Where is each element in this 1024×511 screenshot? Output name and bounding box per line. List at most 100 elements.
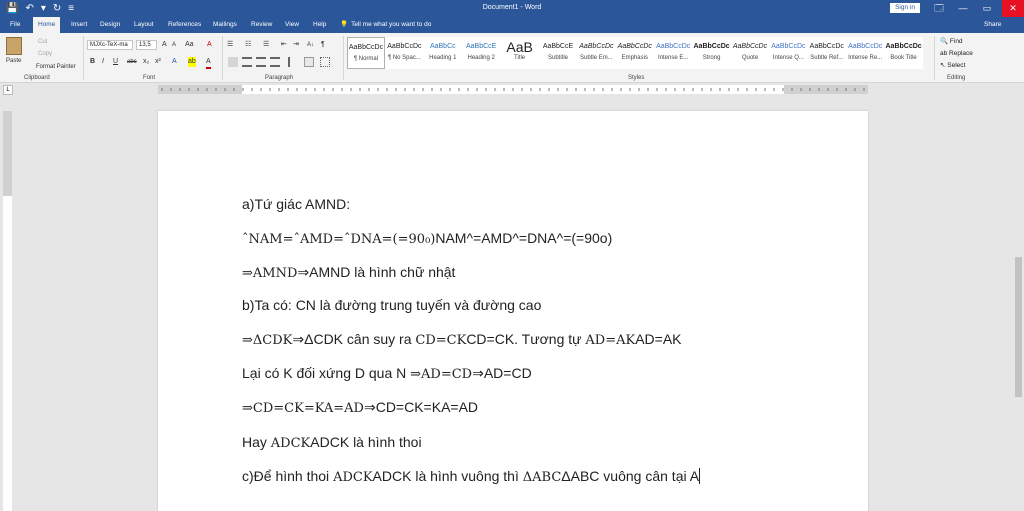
- strikethrough-button[interactable]: abc: [127, 57, 137, 67]
- style-item[interactable]: AaBbCcDc Book Title: [885, 37, 923, 69]
- style-item[interactable]: AaBbCcDc Intense E...: [654, 37, 692, 69]
- group-divider: [83, 36, 84, 80]
- paragraph-6[interactable]: Lại có K đối xứng D qua N ⇒AD=CD⇒AD=CD: [242, 364, 532, 384]
- increase-indent-button[interactable]: ⇥: [293, 40, 299, 50]
- clipboard-group-label: Clipboard: [24, 75, 50, 81]
- style-item[interactable]: AaBbCcDc Quote: [731, 37, 769, 69]
- close-button[interactable]: ✕: [1002, 0, 1024, 17]
- paragraph-1[interactable]: a)Tứ giác AMND:: [242, 195, 350, 213]
- cut-button[interactable]: Cut: [38, 38, 47, 46]
- style-item[interactable]: AaBbCcDc Intense Re...: [846, 37, 884, 69]
- paragraph-9[interactable]: c)Để hình thoi ADCKADCK là hình vuông th…: [242, 467, 701, 487]
- tab-references[interactable]: References: [168, 17, 201, 33]
- tab-review[interactable]: Review: [251, 17, 272, 33]
- grow-font-button[interactable]: A: [162, 40, 167, 50]
- subscript-button[interactable]: x₂: [143, 57, 149, 67]
- vertical-ruler[interactable]: [3, 111, 12, 511]
- style-name: Heading 1: [429, 55, 457, 61]
- decrease-indent-button[interactable]: ⇤: [281, 40, 287, 50]
- vertical-scrollbar[interactable]: [1013, 97, 1024, 511]
- superscript-button[interactable]: x²: [155, 57, 161, 67]
- show-formatting-button[interactable]: ¶: [321, 40, 325, 50]
- align-left-button[interactable]: [228, 57, 238, 67]
- style-item[interactable]: AaBbCcDc Strong: [693, 37, 731, 69]
- paragraph-8[interactable]: Hay ADCKADCK là hình thoi: [242, 433, 422, 453]
- paragraph-2[interactable]: ˆNAM=ˆAMD=ˆDNA=(=90₀)NAM^=AMD^=DNA^=(=90…: [242, 229, 612, 249]
- math-inline: CD=CK: [415, 333, 467, 348]
- shrink-font-button[interactable]: A: [172, 40, 176, 50]
- text-effects-button[interactable]: A: [172, 57, 177, 67]
- shading-button[interactable]: [304, 57, 314, 67]
- tell-me-box[interactable]: 💡 Tell me what you want to do: [340, 17, 431, 33]
- align-center-button[interactable]: [242, 57, 252, 67]
- paragraph-text: ⇒AD=CD: [472, 365, 532, 381]
- style-item[interactable]: AaBbCcDc ¶ Normal: [347, 37, 385, 69]
- maximize-button[interactable]: ▭: [976, 0, 998, 17]
- tab-design[interactable]: Design: [100, 17, 120, 33]
- italic-button[interactable]: I: [102, 57, 104, 67]
- math-inline: ΔABC: [522, 470, 562, 485]
- style-preview: AaB: [506, 40, 533, 54]
- paragraph-text: ⇒AMND là hình chữ nhật: [297, 264, 456, 280]
- style-item[interactable]: AaBbCc Heading 1: [424, 37, 462, 69]
- paragraph-3[interactable]: ⇒AMND⇒AMND là hình chữ nhật: [242, 263, 455, 283]
- paragraph-5[interactable]: ⇒ΔCDK⇒ΔCDK cân suy ra CD=CKCD=CK. Tương …: [242, 330, 682, 350]
- style-item[interactable]: AaBbCcE Subtitle: [539, 37, 577, 69]
- tab-layout[interactable]: Layout: [134, 17, 154, 33]
- font-name-box[interactable]: MJXc-TeX-ma: [87, 40, 133, 50]
- tab-mailings[interactable]: Mailings: [213, 17, 237, 33]
- sign-in-button[interactable]: Sign in: [890, 3, 920, 13]
- borders-button[interactable]: [320, 57, 330, 67]
- style-item[interactable]: AaBbCcDc ¶ No Spac...: [385, 37, 423, 69]
- paste-button[interactable]: Paste: [6, 57, 21, 65]
- bold-button[interactable]: B: [90, 57, 95, 67]
- select-button[interactable]: ↖ Select: [940, 61, 965, 71]
- horizontal-ruler[interactable]: [158, 85, 868, 94]
- highlight-button[interactable]: ab: [188, 57, 196, 67]
- change-case-button[interactable]: Aa: [185, 40, 194, 50]
- justify-button[interactable]: [270, 57, 280, 67]
- style-item[interactable]: AaBbCcDc Subtle Ref...: [808, 37, 846, 69]
- style-item[interactable]: AaBbCcDc Subtle Em...: [577, 37, 615, 69]
- clear-formatting-button[interactable]: A: [207, 40, 212, 50]
- sort-button[interactable]: A↓: [307, 40, 314, 50]
- minimize-button[interactable]: —: [952, 0, 974, 17]
- align-right-button[interactable]: [256, 57, 266, 67]
- numbering-button[interactable]: ☷: [245, 40, 251, 50]
- paragraph-7[interactable]: ⇒CD=CK=KA=AD⇒CD=CK=KA=AD: [242, 398, 478, 418]
- paragraph-text: ⇒ΔCDK cân suy ra: [292, 331, 416, 347]
- style-preview: AaBbCcDc: [848, 43, 883, 50]
- text-cursor: [699, 468, 701, 484]
- style-item[interactable]: AaBbCcDc Emphasis: [616, 37, 654, 69]
- tab-help[interactable]: Help: [313, 17, 326, 33]
- tab-view[interactable]: View: [285, 17, 299, 33]
- style-name: Title: [514, 55, 526, 61]
- style-name: Subtle Ref...: [810, 55, 844, 61]
- bullets-button[interactable]: ☰: [227, 40, 233, 50]
- style-name: ¶ Normal: [353, 56, 379, 62]
- multilevel-list-button[interactable]: ☰: [263, 40, 269, 50]
- paragraph-4[interactable]: b)Ta có: CN là đường trung tuyến và đườn…: [242, 296, 541, 314]
- tab-file[interactable]: File: [10, 17, 20, 33]
- scrollbar-thumb[interactable]: [1015, 257, 1022, 397]
- style-preview: AaBbCcDc: [656, 43, 691, 50]
- copy-button[interactable]: Copy: [38, 50, 52, 58]
- ribbon-display-options-icon[interactable]: 🗔: [928, 0, 950, 17]
- style-item[interactable]: AaBbCcDc Intense Q...: [769, 37, 807, 69]
- tab-insert[interactable]: Insert: [71, 17, 87, 33]
- style-item[interactable]: AaBbCcE Heading 2: [462, 37, 500, 69]
- font-color-button[interactable]: A: [206, 57, 211, 69]
- style-item[interactable]: AaB Title: [501, 37, 539, 69]
- underline-button[interactable]: U: [113, 57, 118, 67]
- format-painter-button[interactable]: Format Painter: [36, 63, 76, 71]
- share-button[interactable]: Share: [984, 17, 1001, 33]
- tab-home[interactable]: Home: [33, 17, 61, 33]
- font-size-box[interactable]: 13,5: [136, 40, 157, 50]
- word-window: 💾 ↶ ▾ ↻ ≡ Document1 - Word Sign in 🗔 — ▭…: [0, 0, 1024, 511]
- math-text: NAM^=AMD^=DNA^=(=90o): [435, 230, 613, 246]
- tab-selector[interactable]: L: [3, 85, 13, 95]
- style-preview: AaBbCcDc: [387, 43, 422, 50]
- find-button[interactable]: 🔍 Find: [940, 37, 963, 47]
- replace-button[interactable]: ab Replace: [940, 49, 973, 59]
- line-spacing-button[interactable]: [288, 57, 298, 67]
